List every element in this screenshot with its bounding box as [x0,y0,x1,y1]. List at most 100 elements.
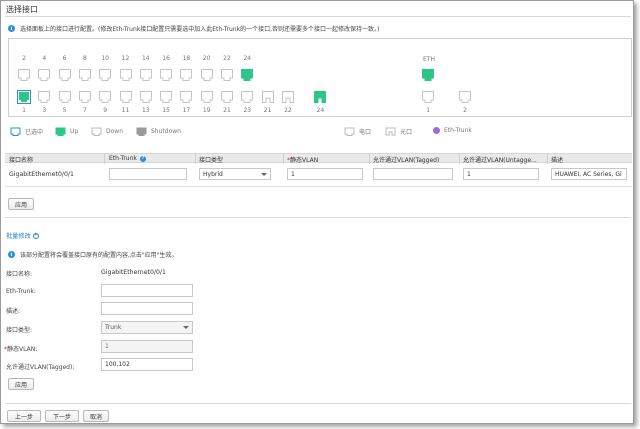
cancel-button[interactable]: 取消 [83,410,109,422]
eth-label: ETH [423,56,435,63]
section-divider [5,217,631,218]
port-selected-icon[interactable] [17,90,31,104]
batch-type-value: Trunk [105,324,122,331]
port-number: 4 [42,55,47,62]
row-static-vlan-input[interactable] [287,168,363,180]
port-number: 20 [202,55,211,62]
batch-eth-trunk-input[interactable] [101,284,193,297]
row-port-name: GigabitEthernet0/0/1 [9,171,74,178]
info-icon: i [8,25,15,32]
optical-port-icon[interactable] [281,91,294,103]
port-number: 2 [463,107,467,114]
port-down-icon[interactable] [241,91,254,103]
title-divider [5,16,631,17]
th-untagged: 允许通过VLAN(Untagge... [463,157,537,164]
port-down-icon[interactable] [99,91,112,103]
port-down-icon[interactable] [58,91,71,103]
th-static-vlan-label: 静态VLAN [290,157,319,164]
port-down-icon[interactable] [78,91,91,103]
port-number: 7 [82,107,87,114]
port-down-icon[interactable] [119,69,132,81]
chevron-down-icon [261,173,267,176]
help-icon[interactable]: ? [139,155,146,162]
port-down-icon[interactable] [139,91,152,103]
table-header: 接口名称 Eth-Trunk? 接口类型 *静态VLAN 允许通过VLAN(Ta… [5,153,632,164]
port-number: 9 [103,107,108,114]
legend-selected: 已选中 [10,127,43,136]
legend-selected-label: 已选中 [25,129,44,136]
legend-electric-label: 电口 [359,129,372,136]
port-up-icon[interactable] [241,69,254,81]
window-frame: 选择接口 i 选择面板上的接口进行配置。(修改Eth-Trunk接口配置只需要选… [0,0,634,424]
batch-desc-label: 描述: [6,308,21,315]
prev-step-button[interactable]: 上一步 [7,410,41,422]
th-eth-trunk-label: Eth-Trunk [109,155,137,162]
port-down-icon [91,127,102,136]
row-tagged-input[interactable] [373,168,453,180]
port-down-icon[interactable] [221,91,233,103]
port-down-icon[interactable] [180,91,193,103]
batch-pvid-input[interactable] [101,340,193,353]
port-down-icon[interactable] [99,69,112,81]
th-port-type: 接口类型 [199,157,224,164]
optical-port-icon [385,127,396,136]
port-number: 16 [162,55,170,62]
legend-up: Up [55,127,78,136]
th-sep [459,154,460,164]
footer-divider [5,403,631,404]
select-tip-text: 选择面板上的接口进行配置。(修改Eth-Trunk接口配置只需要选中加入此Eth… [20,26,380,33]
port-number: 5 [62,107,67,114]
port-number: 12 [121,55,130,62]
eth-port-up-icon[interactable] [422,69,434,81]
legend-down: Down [91,127,123,136]
port-number: 21 [263,107,272,114]
plus-circle-icon: + [32,232,39,239]
port-down-icon[interactable] [58,69,71,81]
batch-edit-toggle[interactable]: 批量修改 + [6,231,39,240]
port-down-icon[interactable] [139,69,152,81]
legend-eth-trunk-label: Eth-Trunk [444,127,472,134]
batch-pvid-label: *静态VLAN: [4,344,37,353]
optical-port-icon[interactable] [261,91,274,103]
port-down-icon[interactable] [160,91,173,103]
batch-apply-button[interactable]: 应用 [8,378,34,390]
port-down-icon[interactable] [78,69,91,81]
apply-button[interactable]: 应用 [8,198,34,210]
row-port-type-value: Hybrid [203,171,223,178]
row-eth-trunk-input[interactable] [109,168,187,180]
port-down-icon[interactable] [200,69,213,81]
th-eth-trunk: Eth-Trunk? [109,155,146,162]
batch-type-select[interactable]: Trunk [101,321,193,334]
eth-port-icon[interactable] [459,91,471,103]
th-sep [104,154,105,164]
batch-tagged-input[interactable] [101,358,193,371]
port-number: 14 [141,55,150,62]
port-down-icon[interactable] [160,69,173,81]
legend-up-label: Up [70,128,79,135]
port-number: 22 [223,55,231,62]
batch-edit-label: 批量修改 [6,233,31,240]
port-number: 21 [223,107,231,114]
next-step-button[interactable]: 下一步 [45,410,79,422]
port-down-icon[interactable] [221,69,233,81]
row-untagged-input[interactable] [463,168,539,180]
batch-desc-input[interactable] [101,302,193,315]
th-sep [283,154,284,164]
batch-eth-trunk-label: Eth-Trunk: [6,288,36,295]
row-description-input[interactable] [551,168,627,180]
port-down-icon[interactable] [180,69,193,81]
legend-electric: 电口 [344,127,371,136]
row-port-type-select[interactable]: Hybrid [199,168,271,180]
port-down-icon[interactable] [200,91,213,103]
port-number: 3 [42,107,47,114]
eth-port-icon[interactable] [422,91,434,103]
optical-port-up-icon[interactable] [314,91,327,103]
port-number: 8 [82,55,87,62]
port-down-icon[interactable] [38,69,51,81]
port-down-icon[interactable] [18,69,30,81]
batch-pvid-label-text: 静态VLAN: [7,346,38,353]
port-down-icon[interactable] [38,91,51,103]
info-icon: i [8,251,15,258]
port-down-icon[interactable] [119,91,132,103]
port-number: 15 [162,107,170,114]
